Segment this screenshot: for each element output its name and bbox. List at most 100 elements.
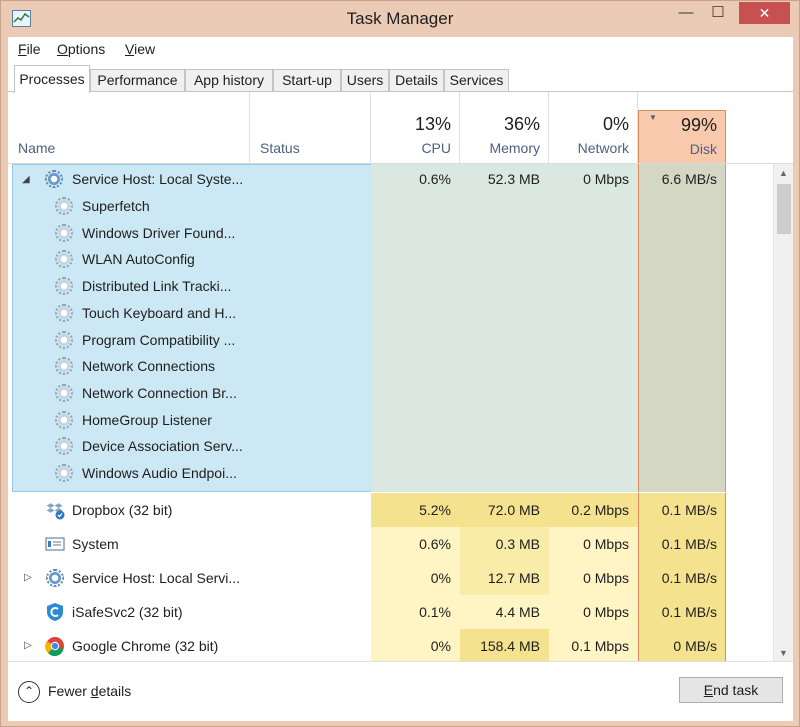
service-child-row[interactable]: Windows Audio Endpoi... [8,460,773,486]
dropbox-icon [45,500,65,520]
isafe-shield-icon [45,602,63,621]
service-name: Program Compatibility ... [82,331,236,348]
title-bar[interactable]: Task Manager — ☐ ✕ [1,1,799,37]
process-row[interactable]: iSafeSvc2 (32 bit) 0.1% 4.4 MB 0 Mbps 0.1 MB… [8,595,773,629]
end-task-accesskey: E [703,682,714,698]
scroll-up-arrow-icon[interactable]: ▲ [774,164,793,182]
expand-arrow-icon[interactable]: ▷ [24,561,32,595]
service-name: Distributed Link Tracki... [82,278,232,295]
process-disk: 0.1 MB/s [661,604,717,620]
service-child-row[interactable]: Superfetch [8,193,773,219]
column-header-name[interactable]: Name [8,92,250,163]
task-manager-window: Task Manager — ☐ ✕ File Options View Pro… [0,0,800,727]
process-name: Google Chrome (32 bit) [72,638,219,654]
service-gear-icon [55,330,73,349]
service-gear-icon [55,437,73,456]
process-network: 0.1 Mbps [571,638,629,654]
scrollbar-thumb[interactable] [777,184,791,234]
service-child-row[interactable]: WLAN AutoConfig [8,246,773,272]
cpu-total-percent: 13% [414,114,451,134]
scroll-down-arrow-icon[interactable]: ▼ [774,644,793,662]
service-name: Superfetch [82,198,150,214]
column-header-network[interactable]: 0% Network [549,92,638,163]
column-header-row: Name Status 13% CPU 36% Memory 0% Networ… [8,92,793,164]
service-child-row[interactable]: Windows Driver Found... [8,220,773,246]
processes-panel: Name Status 13% CPU 36% Memory 0% Networ… [8,91,793,662]
end-task-button[interactable]: End task [679,677,783,703]
service-name: Network Connection Br... [82,384,237,401]
process-disk: 0.1 MB/s [661,570,717,586]
process-disk: 0.1 MB/s [661,536,717,552]
service-child-row[interactable]: Program Compatibility ... [8,327,773,353]
maximize-button[interactable]: ☐ [704,2,732,24]
service-child-row[interactable]: Network Connections [8,353,773,379]
service-child-row[interactable]: HomeGroup Listener [8,407,773,433]
process-name: Dropbox (32 bit) [72,502,173,518]
menu-options[interactable]: Options [57,41,105,57]
column-header-disk[interactable]: ▼ 99% Disk [638,110,726,163]
menu-options-label: ptions [67,41,106,57]
column-header-memory[interactable]: 36% Memory [460,92,549,163]
collapse-arrow-icon[interactable]: ◢ [22,167,30,193]
process-disk: 0.1 MB/s [661,502,717,518]
menu-view[interactable]: View [125,41,155,57]
menu-file-accesskey: F [18,41,27,57]
column-name-label: Name [18,140,56,156]
process-name: Service Host: Local Syste... [72,171,244,187]
close-button[interactable]: ✕ [739,2,790,24]
service-gear-icon [55,197,73,215]
tab-processes[interactable]: Processes [14,65,90,93]
service-gear-icon [55,303,73,322]
column-header-status[interactable]: Status [250,92,371,163]
tab-bar: Processes Performance App history Start-… [8,61,793,93]
service-child-row[interactable]: Touch Keyboard and H... [8,300,773,326]
process-row[interactable]: System 0.6% 0.3 MB 0 Mbps 0.1 MB/s [8,527,773,561]
process-network: 0 Mbps [583,536,629,552]
memory-total-percent: 36% [503,114,540,134]
service-child-row[interactable]: Device Association Serv... [8,433,773,459]
service-gear-icon [55,383,73,402]
menu-view-accesskey: V [125,41,135,57]
column-header-cpu[interactable]: 13% CPU [371,92,460,163]
service-gear-icon [45,568,64,587]
service-gear-icon [55,357,73,376]
process-row[interactable]: ▷ Google Chrome (32 bit) 0% 158.4 MB 0.1 Mbp… [8,629,773,662]
service-child-row[interactable]: Distributed Link Tracki... [8,273,773,299]
service-name: Network Connections [82,358,216,375]
minimize-button[interactable]: — [672,2,700,24]
process-cpu: 0% [430,638,451,654]
fewer-details-label: etails [98,683,132,699]
process-memory: 4.4 MB [495,604,540,620]
tab-details[interactable]: Details [389,69,444,91]
disk-total-percent: 99% [680,115,717,135]
menu-file[interactable]: File [18,41,41,57]
process-memory: 52.3 MB [487,171,540,187]
service-name: Touch Keyboard and H... [82,304,237,321]
expand-arrow-icon[interactable]: ▷ [24,629,32,662]
process-row[interactable]: ▷ Service Host: Local Servi... 0% 12.7 MB 0 … [8,561,773,595]
tab-users[interactable]: Users [341,69,389,91]
process-name: System [72,536,119,552]
process-network: 0 Mbps [583,570,629,586]
service-child-row[interactable]: Network Connection Br... [8,380,773,406]
process-cpu: 5.2% [419,502,451,518]
service-gear-icon [45,170,63,188]
tab-services[interactable]: Services [444,69,509,91]
group-row-service-host[interactable]: ◢ Service Host: Local Syste... 0.6% 52.3… [8,166,773,192]
process-cpu: 0.6% [419,536,451,552]
process-memory: 12.7 MB [487,570,540,586]
tab-performance[interactable]: Performance [90,69,185,91]
process-cpu: 0.6% [419,171,451,187]
tab-app-history[interactable]: App history [185,69,273,91]
fewer-details-accesskey: d [90,683,99,699]
process-network: 0 Mbps [583,604,629,620]
tab-start-up[interactable]: Start-up [273,69,341,91]
fewer-details-button[interactable]: ⌃ Fewer details [18,679,132,704]
menu-options-accesskey: O [57,41,68,57]
process-memory: 158.4 MB [480,638,540,654]
process-network: 0 Mbps [583,171,629,187]
vertical-scrollbar[interactable]: ▲ ▼ [773,164,793,662]
column-network-label: Network [577,140,629,156]
process-row[interactable]: Dropbox (32 bit) 5.2% 72.0 MB 0.2 Mbps 0.1 M… [8,493,773,527]
service-gear-icon [55,464,73,482]
